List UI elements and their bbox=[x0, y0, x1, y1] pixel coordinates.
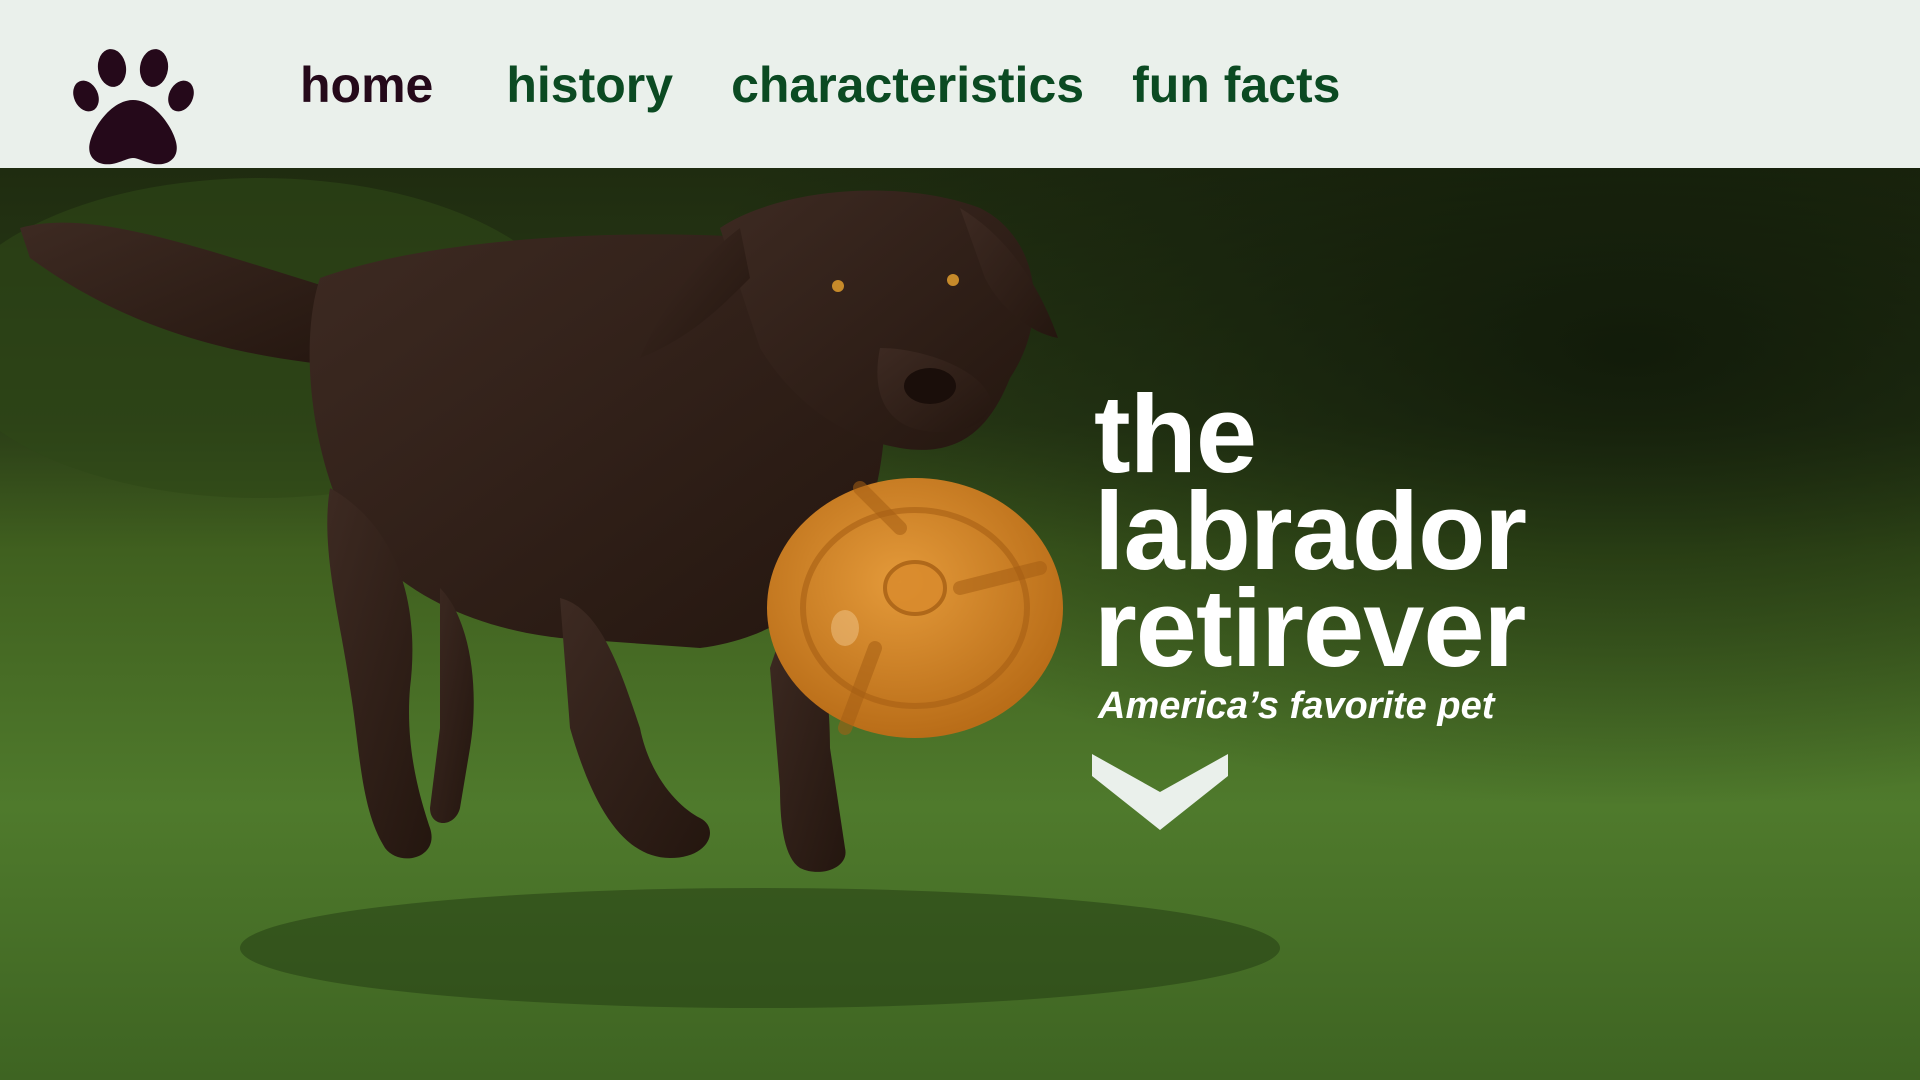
hero-title-line-1: the bbox=[1094, 373, 1257, 496]
main-nav: home history characteristics fun facts bbox=[300, 60, 1340, 110]
chevron-down-icon bbox=[1092, 754, 1228, 830]
hero-title-line-3: retirever bbox=[1094, 567, 1526, 690]
nav-home[interactable]: home bbox=[300, 60, 433, 110]
top-navigation-bar: home history characteristics fun facts bbox=[0, 0, 1920, 168]
paw-print-icon bbox=[73, 49, 194, 165]
hero-title-line-2: labrador bbox=[1094, 470, 1527, 593]
nav-history[interactable]: history bbox=[506, 60, 673, 110]
hero-photo-dog-with-frisbee bbox=[0, 168, 1920, 1080]
paw-print-logo-icon[interactable] bbox=[72, 48, 196, 166]
hero-section: the labrador retirever America’s favorit… bbox=[0, 168, 1920, 1080]
page: home history characteristics fun facts t… bbox=[0, 0, 1920, 1080]
hero-subtitle: America’s favorite pet bbox=[1098, 685, 1495, 727]
scroll-down-button[interactable] bbox=[1092, 754, 1228, 830]
hero-title: the labrador retirever bbox=[1094, 373, 1527, 690]
nav-fun-facts[interactable]: fun facts bbox=[1132, 60, 1340, 110]
hero-heading-block: the labrador retirever America’s favorit… bbox=[1094, 373, 1527, 728]
nav-characteristics[interactable]: characteristics bbox=[731, 60, 1084, 110]
